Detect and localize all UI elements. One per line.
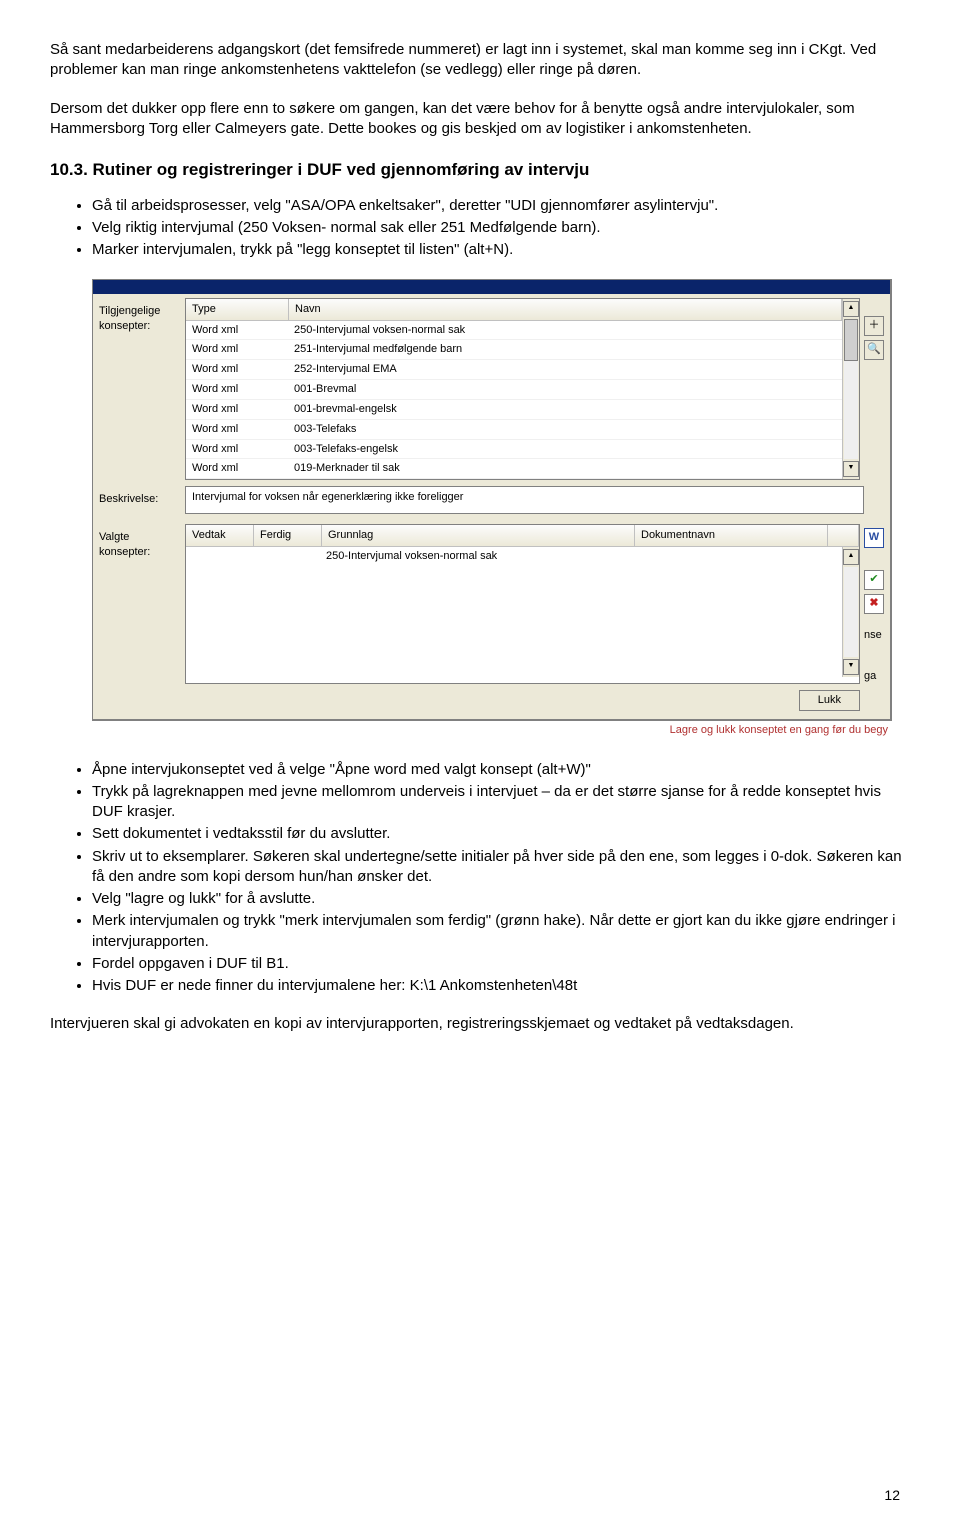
col-ferdig[interactable]: Ferdig xyxy=(254,525,322,546)
list-item: Sett dokumentet i vedtaksstil før du avs… xyxy=(92,824,910,844)
footer-hint: Lagre og lukk konseptet en gang før du b… xyxy=(92,721,892,738)
table-row[interactable]: 250-Intervjumal voksen-normal sak xyxy=(186,547,842,566)
page-number: 12 xyxy=(884,1486,900,1505)
section-heading: 10.3. Rutiner og registreringer i DUF ve… xyxy=(50,159,910,182)
list-item: Hvis DUF er nede finner du intervjumalen… xyxy=(92,976,910,996)
col-spacer xyxy=(828,525,859,546)
table-row[interactable]: Word xml001-brevmal-engelsk xyxy=(186,400,842,420)
check-icon[interactable]: ✔ xyxy=(864,570,884,590)
word-icon[interactable]: W xyxy=(864,528,884,548)
list-item: Åpne intervjukonseptet ved å velge "Åpne… xyxy=(92,760,910,780)
selected-row-name: 250-Intervjumal voksen-normal sak xyxy=(320,547,842,566)
cut-text: ga xyxy=(864,669,886,684)
table-row[interactable]: Word xml251-Intervjumal medfølgende barn xyxy=(186,340,842,360)
list-item: Skriv ut to eksemplarer. Søkeren skal un… xyxy=(92,847,910,888)
window: Tilgjengelige konsepter: Type Navn Word … xyxy=(92,279,892,721)
col-type[interactable]: Type xyxy=(186,299,289,320)
paragraph: Intervjueren skal gi advokaten en kopi a… xyxy=(50,1014,910,1034)
list-item: Trykk på lagreknappen med jevne mellomro… xyxy=(92,782,910,823)
table-row[interactable]: Word xml019-Merknader til sak xyxy=(186,459,842,479)
scrollbar[interactable]: ▲ ▼ xyxy=(842,299,859,480)
table-row[interactable]: Word xml252-Intervjumal EMA xyxy=(186,360,842,380)
scroll-down-icon[interactable]: ▼ xyxy=(843,461,859,477)
label-tilgjengelige: Tilgjengelige konsepter: xyxy=(97,298,185,334)
table-header-row: Type Navn xyxy=(186,299,842,321)
cut-text: nse xyxy=(864,628,886,643)
scrollbar[interactable]: ▲ ▼ xyxy=(842,547,859,677)
col-grunnlag[interactable]: Grunnlag xyxy=(322,525,635,546)
table-row[interactable]: Word xml001-Brevmal xyxy=(186,380,842,400)
paragraph: Dersom det dukker opp flere enn to søker… xyxy=(50,99,910,140)
label-valgte: Valgte konsepter: xyxy=(97,524,185,560)
scroll-up-icon[interactable]: ▲ xyxy=(843,301,859,317)
col-dokumentnavn[interactable]: Dokumentnavn xyxy=(635,525,828,546)
selected-concepts-table[interactable]: Vedtak Ferdig Grunnlag Dokumentnavn 250-… xyxy=(185,524,860,684)
duf-screenshot: Tilgjengelige konsepter: Type Navn Word … xyxy=(92,279,892,738)
table-row[interactable]: Word xml003-Telefaks xyxy=(186,420,842,440)
col-navn[interactable]: Navn xyxy=(289,299,842,320)
table-body: Word xml250-Intervjumal voksen-normal sa… xyxy=(186,321,842,480)
delete-icon[interactable]: ✖ xyxy=(864,594,884,614)
list-item: Marker intervjumalen, trykk på "legg kon… xyxy=(92,240,910,260)
list-item: Gå til arbeidsprosesser, velg "ASA/OPA e… xyxy=(92,196,910,216)
scroll-down-icon[interactable]: ▼ xyxy=(843,659,859,675)
window-titlebar xyxy=(93,280,890,294)
table-row[interactable]: Word xml250-Intervjumal voksen-normal sa… xyxy=(186,321,842,341)
table-header-row: Vedtak Ferdig Grunnlag Dokumentnavn xyxy=(186,525,859,547)
scroll-track[interactable] xyxy=(844,319,858,460)
label-beskrivelse: Beskrivelse: xyxy=(97,486,185,507)
col-vedtak[interactable]: Vedtak xyxy=(186,525,254,546)
paragraph: Så sant medarbeiderens adgangskort (det … xyxy=(50,40,910,81)
list-item: Merk intervjumalen og trykk "merk interv… xyxy=(92,911,910,952)
bullet-list-2: Åpne intervjukonseptet ved å velge "Åpne… xyxy=(50,760,910,997)
list-item: Velg riktig intervjumal (250 Voksen- nor… xyxy=(92,218,910,238)
close-button[interactable]: Lukk xyxy=(799,690,860,711)
description-field: Intervjumal for voksen når egenerklæring… xyxy=(185,486,864,514)
scroll-thumb[interactable] xyxy=(844,319,858,361)
search-icon[interactable]: 🔍 xyxy=(864,340,884,360)
scroll-track[interactable] xyxy=(844,567,858,657)
concepts-table[interactable]: Type Navn Word xml250-Intervjumal voksen… xyxy=(185,298,860,481)
list-item: Velg "lagre og lukk" for å avslutte. xyxy=(92,889,910,909)
add-concept-button[interactable]: ＋ xyxy=(864,316,884,336)
table-row[interactable]: Word xml003-Telefaks-engelsk xyxy=(186,440,842,460)
list-item: Fordel oppgaven i DUF til B1. xyxy=(92,954,910,974)
bullet-list-1: Gå til arbeidsprosesser, velg "ASA/OPA e… xyxy=(50,196,910,261)
scroll-up-icon[interactable]: ▲ xyxy=(843,549,859,565)
